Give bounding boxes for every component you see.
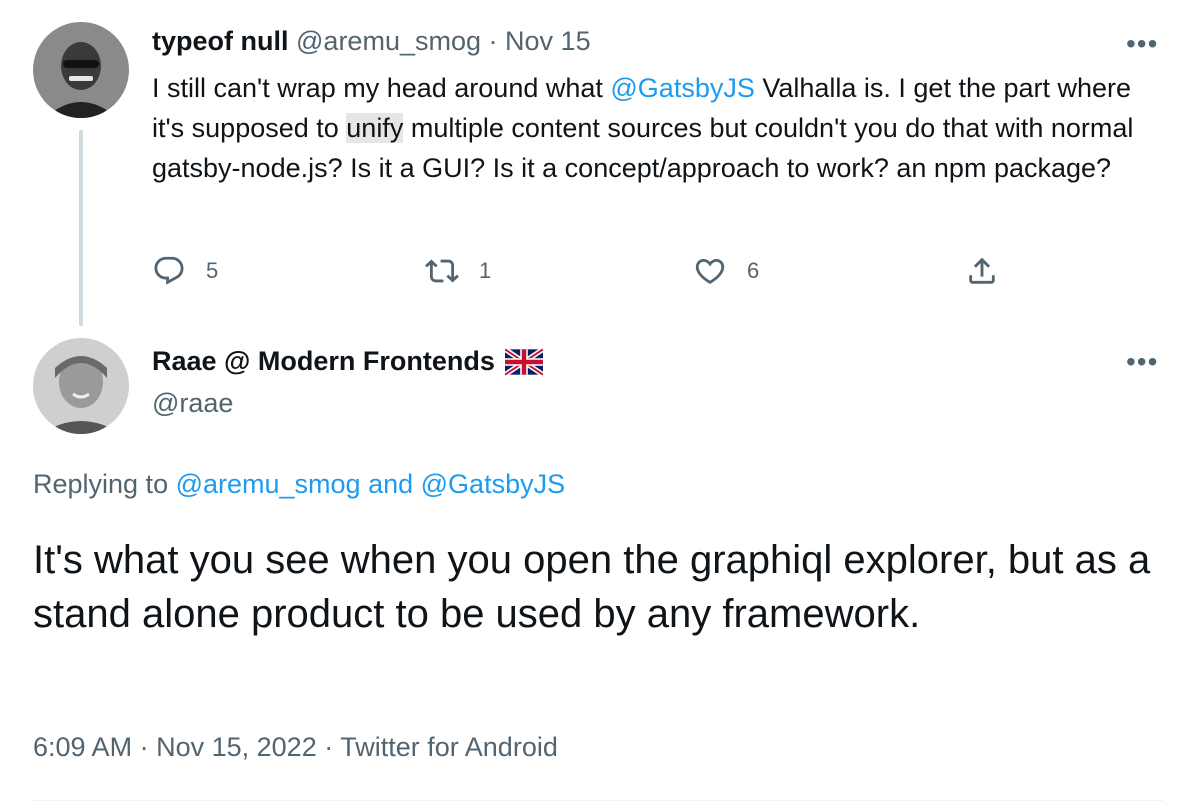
share-button[interactable] [965,254,999,288]
tweet1-text: I still can't wrap my head around what @… [152,68,1162,188]
replying-mention[interactable]: @aremu_smog [176,469,361,499]
tweet2-text: It's what you see when you open the grap… [33,538,1151,636]
thread-line [79,130,83,326]
more-options-icon[interactable]: ••• [1126,28,1158,60]
reply-button[interactable]: 5 [152,254,218,288]
replying-to: Replying to @aremu_smog and @GatsbyJS [33,469,565,500]
highlighted-word: unify [346,113,404,143]
divider [33,800,1163,801]
share-icon [969,257,995,284]
avatar-aremu-smog[interactable] [33,22,129,118]
author-name[interactable]: Raae @ Modern Frontends [152,346,495,377]
tweet-date[interactable]: Nov 15, 2022 [156,732,317,762]
reply-icon [154,256,184,285]
uk-flag-icon [504,347,543,376]
reply-count: 5 [206,258,219,283]
header-separator: · [488,26,498,56]
heart-icon [695,258,725,284]
tweet-date[interactable]: Nov 15 [505,26,591,56]
avatar-raae[interactable] [33,338,129,434]
retweet-count: 1 [479,258,492,283]
author-name[interactable]: typeof null [152,26,289,56]
author-handle[interactable]: @raae [152,388,233,419]
like-count: 6 [747,258,760,283]
tweet-meta: 6:09 AM · Nov 15, 2022 · Twitter for And… [33,732,558,763]
meta-separator: · [139,732,149,762]
author-handle[interactable]: @aremu_smog [296,26,481,56]
replying-and: and [360,469,421,499]
tweet1-header: typeof null @aremu_smog · Nov 15 [152,26,591,57]
tweet2-header: Raae @ Modern Frontends [152,346,543,377]
mention-link[interactable]: @GatsbyJS [610,73,754,103]
tweet-time[interactable]: 6:09 AM [33,732,132,762]
replying-mention[interactable]: @GatsbyJS [421,469,565,499]
tweet-source[interactable]: Twitter for Android [340,732,558,762]
retweet-icon [425,259,459,283]
like-button[interactable]: 6 [693,254,759,288]
retweet-button[interactable]: 1 [425,254,491,288]
more-options-icon[interactable]: ••• [1126,346,1158,378]
replying-prefix: Replying to [33,469,176,499]
text-segment: I still can't wrap my head around what [152,73,611,103]
meta-separator: · [324,732,334,762]
